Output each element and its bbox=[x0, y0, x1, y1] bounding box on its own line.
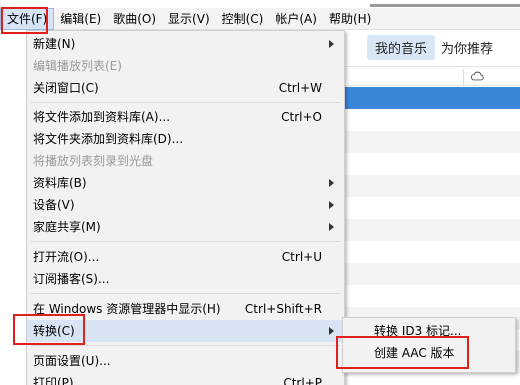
menu-edit[interactable]: 编辑(E) bbox=[54, 8, 107, 30]
menu-separator bbox=[31, 241, 340, 242]
table-row[interactable] bbox=[345, 131, 520, 153]
menu-item-label: 订阅播客(S)... bbox=[33, 272, 110, 286]
menu-item-library[interactable]: 资料库(B) bbox=[27, 172, 344, 194]
table-row[interactable] bbox=[345, 373, 520, 385]
menu-account[interactable]: 帐户(A) bbox=[269, 8, 323, 30]
menu-item-convert-id3-tags[interactable]: 转换 ID3 标记... bbox=[343, 320, 515, 342]
menu-separator bbox=[31, 293, 340, 294]
menu-item-convert[interactable]: 转换(C) bbox=[27, 320, 344, 342]
menu-item-new[interactable]: 新建(N) bbox=[27, 33, 344, 55]
submenu-arrow-icon bbox=[329, 40, 334, 48]
menu-item-devices[interactable]: 设备(V) bbox=[27, 194, 344, 216]
menu-item-label: 在 Windows 资源管理器中显示(H) bbox=[33, 302, 221, 316]
menu-item-label: 转换(C) bbox=[33, 324, 75, 338]
file-menu-dropdown: 新建(N) 编辑播放列表(E) 关闭窗口(C) Ctrl+W 将文件添加到资料库… bbox=[26, 30, 345, 385]
library-tabs: 我的音乐 为你推荐 bbox=[345, 30, 520, 64]
submenu-arrow-icon bbox=[329, 201, 334, 209]
menu-item-add-folder[interactable]: 将文件夹添加到资料库(D)... bbox=[27, 128, 344, 150]
menu-item-home-sharing[interactable]: 家庭共享(M) bbox=[27, 216, 344, 238]
menu-item-label: 将播放列表刻录到光盘 bbox=[33, 154, 154, 168]
menu-item-show-in-explorer[interactable]: 在 Windows 资源管理器中显示(H) Ctrl+Shift+R bbox=[27, 298, 344, 320]
menu-item-label: 将文件夹添加到资料库(D)... bbox=[33, 132, 184, 146]
menu-item-close-window[interactable]: 关闭窗口(C) Ctrl+W bbox=[27, 77, 344, 99]
table-row[interactable] bbox=[345, 87, 520, 109]
menu-item-label: 页面设置(U)... bbox=[33, 354, 111, 368]
menu-view[interactable]: 显示(V) bbox=[162, 8, 216, 30]
menu-item-create-aac-version[interactable]: 创建 AAC 版本 bbox=[343, 342, 515, 364]
menu-item-label: 家庭共享(M) bbox=[33, 220, 101, 234]
menu-item-label: 设备(V) bbox=[33, 198, 75, 212]
table-row[interactable] bbox=[345, 109, 520, 131]
table-row[interactable] bbox=[345, 153, 520, 175]
shortcut-label: Ctrl+W bbox=[278, 81, 322, 95]
column-divider[interactable] bbox=[463, 69, 464, 85]
submenu-arrow-icon bbox=[329, 179, 334, 187]
menu-file[interactable]: 文件(F) bbox=[0, 7, 55, 30]
menu-item-edit-playlist: 编辑播放列表(E) bbox=[27, 55, 344, 77]
menu-song[interactable]: 歌曲(O) bbox=[107, 8, 162, 30]
menu-controls[interactable]: 控制(C) bbox=[216, 8, 270, 30]
tab-my-music[interactable]: 我的音乐 bbox=[367, 34, 436, 60]
menu-item-label: 资料库(B) bbox=[33, 176, 87, 190]
menu-item-print[interactable]: 打印(P)... Ctrl+P bbox=[27, 372, 344, 385]
menu-item-open-stream[interactable]: 打开流(O)... Ctrl+U bbox=[27, 246, 344, 268]
tab-for-you[interactable]: 为你推荐 bbox=[441, 38, 493, 57]
submenu-arrow-icon bbox=[329, 327, 334, 335]
table-row[interactable] bbox=[345, 175, 520, 197]
menu-item-page-setup[interactable]: 页面设置(U)... bbox=[27, 350, 344, 372]
menu-separator bbox=[31, 345, 340, 346]
column-header bbox=[345, 66, 520, 86]
menu-item-label: 关闭窗口(C) bbox=[33, 81, 99, 95]
cloud-icon[interactable] bbox=[470, 69, 484, 83]
shortcut-label: Ctrl+U bbox=[281, 250, 322, 264]
menu-item-label: 打开流(O)... bbox=[33, 250, 100, 264]
menu-bar: 文件(F) 编辑(E) 歌曲(O) 显示(V) 控制(C) 帐户(A) 帮助(H… bbox=[0, 7, 520, 30]
menu-item-subscribe-podcast[interactable]: 订阅播客(S)... bbox=[27, 268, 344, 290]
table-row[interactable] bbox=[345, 263, 520, 285]
menu-item-label: 打印(P)... bbox=[33, 376, 86, 385]
menu-item-label: 新建(N) bbox=[33, 37, 76, 51]
shortcut-label: Ctrl+Shift+R bbox=[244, 302, 322, 316]
menu-item-label: 将文件添加到资料库(A)... bbox=[33, 110, 171, 124]
shortcut-label: Ctrl+O bbox=[281, 110, 322, 124]
table-row[interactable] bbox=[345, 219, 520, 241]
menu-item-add-file[interactable]: 将文件添加到资料库(A)... Ctrl+O bbox=[27, 106, 344, 128]
table-row[interactable] bbox=[345, 285, 520, 307]
progress-track[interactable] bbox=[370, 4, 520, 7]
shortcut-label: Ctrl+P bbox=[283, 376, 322, 385]
menu-item-label: 编辑播放列表(E) bbox=[33, 59, 122, 73]
submenu-arrow-icon bbox=[329, 223, 334, 231]
table-row[interactable] bbox=[345, 197, 520, 219]
menu-help[interactable]: 帮助(H) bbox=[323, 8, 377, 30]
menu-item-burn-playlist: 将播放列表刻录到光盘 bbox=[27, 150, 344, 172]
menu-separator bbox=[31, 102, 340, 103]
convert-submenu: 转换 ID3 标记... 创建 AAC 版本 bbox=[342, 317, 516, 373]
table-row[interactable] bbox=[345, 241, 520, 263]
